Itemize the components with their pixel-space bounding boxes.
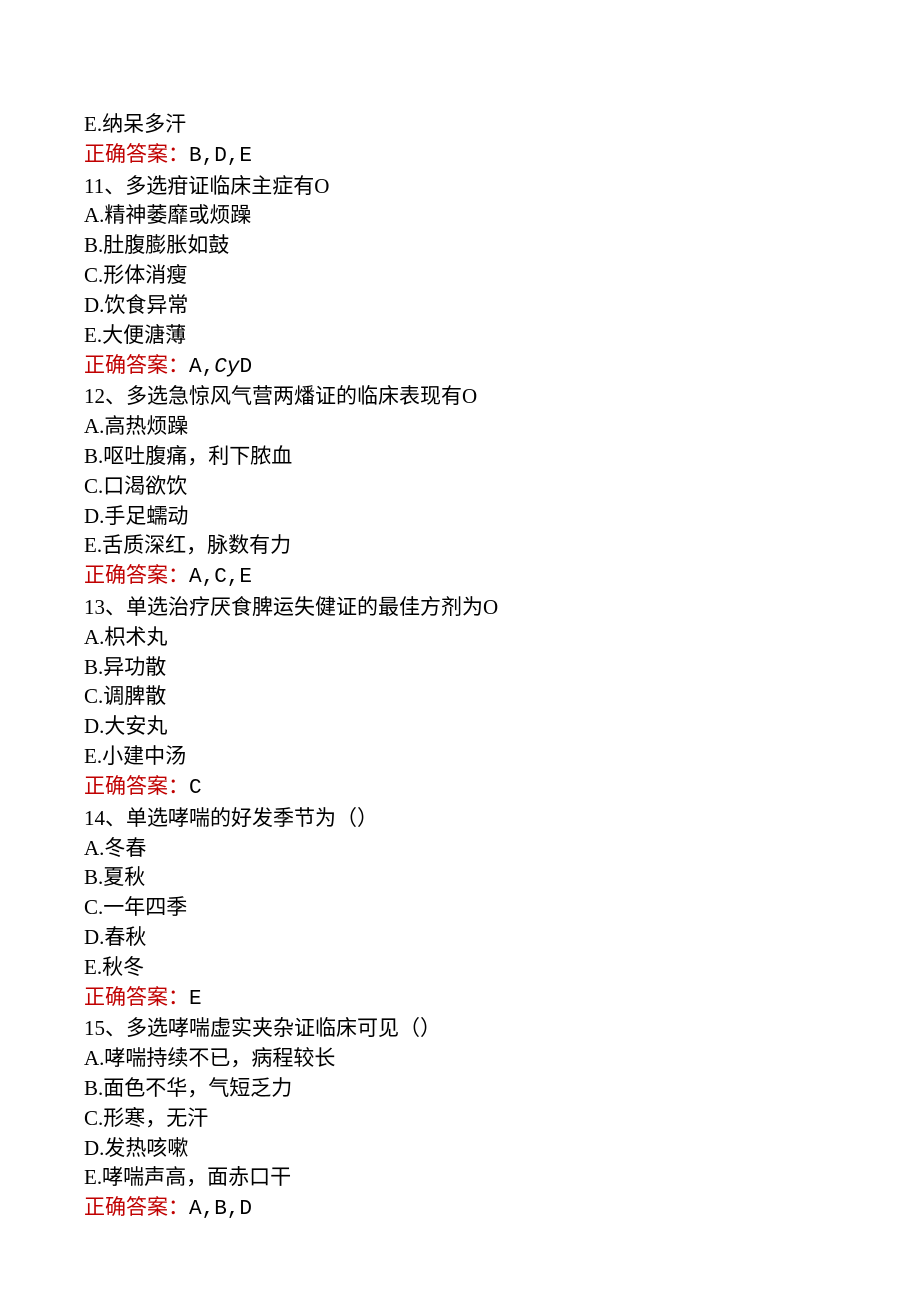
q11-option-c: C.形体消瘦 <box>84 263 187 287</box>
q13-option-e: E.小建中汤 <box>84 744 186 768</box>
answer-label: 正确答案： <box>84 142 189 166</box>
q12-option-e: E.舌质深红，脉数有力 <box>84 533 291 557</box>
answer-label: 正确答案： <box>84 985 189 1009</box>
q11-option-e: E.大便溏薄 <box>84 323 186 347</box>
q15-option-b: B.面色不华，气短乏力 <box>84 1076 292 1100</box>
q13-option-b: B.异功散 <box>84 655 166 679</box>
q10-answer: B,D,E <box>189 145 252 168</box>
q15-option-c: C.形寒，无汗 <box>84 1106 208 1130</box>
q11-stem: 11、多选疳证临床主症有O <box>84 174 329 198</box>
q15-option-a: A.哮喘持续不已，病程较长 <box>84 1046 335 1070</box>
q14-option-d: D.春秋 <box>84 925 146 949</box>
q15-option-d: D.发热咳嗽 <box>84 1136 188 1160</box>
q12-answer: A,C,E <box>189 566 252 589</box>
q14-option-e: E.秋冬 <box>84 955 144 979</box>
answer-label: 正确答案： <box>84 353 189 377</box>
q13-answer: C <box>189 777 202 800</box>
q12-option-a: A.高热烦躁 <box>84 414 188 438</box>
q15-option-e: E.哮喘声高，面赤口干 <box>84 1165 291 1189</box>
q14-answer: E <box>189 988 202 1011</box>
answer-label: 正确答案： <box>84 774 189 798</box>
q14-option-a: A.冬春 <box>84 836 146 860</box>
document-page: E.纳呆多汗 正确答案：B,D,E 11、多选疳证临床主症有O A.精神萎靡或烦… <box>0 0 920 1225</box>
q12-stem: 12、多选急惊风气营两燔证的临床表现有O <box>84 384 477 408</box>
q12-option-b: B.呕吐腹痛，利下脓血 <box>84 444 292 468</box>
q11-option-d: D.饮食异常 <box>84 293 188 317</box>
answer-label: 正确答案： <box>84 1195 189 1219</box>
q14-option-c: C.一年四季 <box>84 895 187 919</box>
q15-answer: A,B,D <box>189 1198 252 1221</box>
q11-option-a: A.精神萎靡或烦躁 <box>84 203 251 227</box>
answer-label: 正确答案： <box>84 563 189 587</box>
q13-option-a: A.枳术丸 <box>84 625 167 649</box>
q14-option-b: B.夏秋 <box>84 865 145 889</box>
q10-option-e: E.纳呆多汗 <box>84 112 186 136</box>
q14-stem: 14、单选哮喘的好发季节为（） <box>84 806 378 830</box>
q12-option-c: C.口渴欲饮 <box>84 474 187 498</box>
q13-stem: 13、单选治疗厌食脾运失健证的最佳方剂为O <box>84 595 498 619</box>
q15-stem: 15、多选哮喘虚实夹杂证临床可见（） <box>84 1016 441 1040</box>
q11-answer: A,CyD <box>189 356 252 379</box>
q13-option-c: C.调脾散 <box>84 684 166 708</box>
q12-option-d: D.手足蠕动 <box>84 504 188 528</box>
q13-option-d: D.大安丸 <box>84 714 167 738</box>
q11-option-b: B.肚腹膨胀如鼓 <box>84 233 229 257</box>
